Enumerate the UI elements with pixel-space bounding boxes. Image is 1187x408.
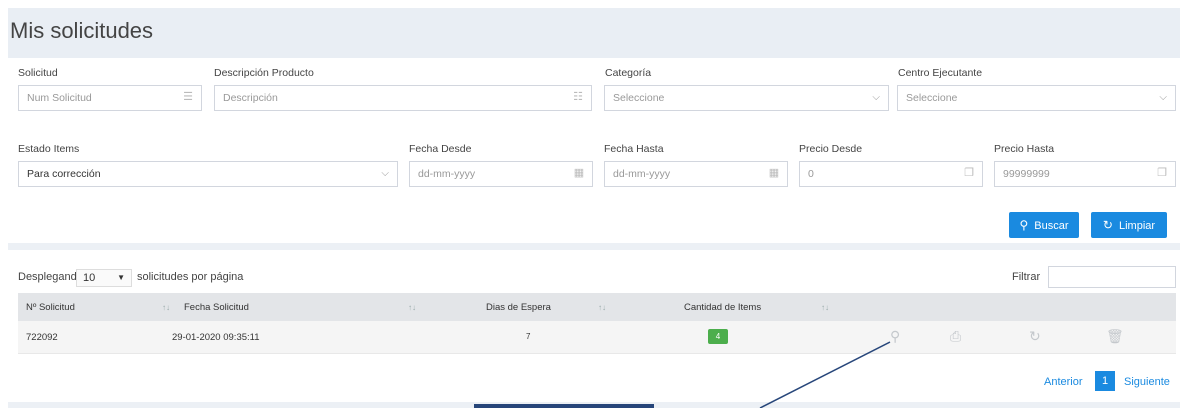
annotation-arrow — [759, 341, 891, 408]
annotation-arrow-line — [759, 341, 891, 408]
